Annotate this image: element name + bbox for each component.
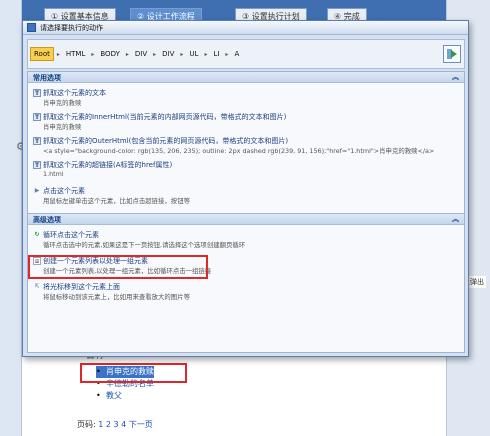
action-title: 抓取这个元素的OuterHtml(包含当前元素的网页源代码，带格式的文本和图片) bbox=[43, 137, 289, 145]
text-icon: T bbox=[33, 137, 41, 145]
action-title: 循环点击这个元素 bbox=[43, 231, 99, 239]
pager-label: 页码: bbox=[77, 420, 96, 429]
action-title: 将光标移到这个元素上面 bbox=[43, 283, 120, 291]
action-desc: 用鼠标左键单击这个元素，比如点击超链接，按钮等 bbox=[43, 197, 190, 205]
pager: 页码: 1 2 3 4 下一页 bbox=[77, 419, 153, 430]
action-dialog: 请选择要执行的动作 Root ▸ HTML ▸ BODY ▸ DIV ▸ DIV… bbox=[22, 20, 469, 357]
action-desc: 肖申克的救赎 bbox=[43, 99, 82, 107]
crumb-div[interactable]: DIV bbox=[132, 50, 150, 58]
collapse-icon[interactable]: ︽ bbox=[452, 214, 459, 224]
action-desc: <a style="background-color: rgb(135, 206… bbox=[43, 147, 435, 155]
element-path-bar: Root ▸ HTML ▸ BODY ▸ DIV ▸ DIV ▸ UL ▸ LI… bbox=[27, 39, 465, 69]
go-button[interactable] bbox=[443, 45, 461, 63]
dialog-title: 请选择要执行的动作 bbox=[40, 23, 103, 32]
crumb-html[interactable]: HTML bbox=[63, 50, 88, 58]
action-desc: 将鼠标移动到该元素上，比如用来查看放大的图片等 bbox=[43, 293, 190, 301]
dialog-titlebar[interactable]: 请选择要执行的动作 bbox=[23, 21, 468, 35]
common-options-group: 常用选项 ︽ T 抓取这个元素的文本 肖申克的救赎 T 抓取这个元素的Inner… bbox=[27, 71, 465, 216]
chevron-right-icon: ▸ bbox=[180, 50, 184, 58]
group-header[interactable]: 常用选项 ︽ bbox=[28, 72, 464, 83]
crumb-root[interactable]: Root bbox=[30, 47, 54, 61]
chevron-right-icon: ▸ bbox=[204, 50, 208, 58]
chevron-right-icon: ▸ bbox=[91, 50, 95, 58]
mouse-icon: ⇱ bbox=[34, 283, 40, 290]
crumb-li[interactable]: LI bbox=[210, 50, 222, 58]
action-desc: 1.html bbox=[43, 170, 64, 178]
crumb-div[interactable]: DIV bbox=[159, 50, 177, 58]
left-panel bbox=[0, 0, 22, 436]
action-title: 抓取这个元素的InnerHtml(当前元素的内部网页源代码，带格式的文本和图片) bbox=[43, 113, 287, 121]
action-title: 点击这个元素 bbox=[43, 187, 85, 195]
highlight-box-create-list bbox=[28, 255, 208, 279]
group-title: 高级选项 bbox=[33, 216, 61, 224]
action-title: 抓取这个元素的文本 bbox=[43, 89, 106, 97]
app-icon bbox=[27, 23, 36, 32]
chevron-right-icon: ▸ bbox=[125, 50, 129, 58]
action-title: 抓取这个元素的超链接(A标签的href属性) bbox=[43, 161, 173, 169]
chevron-right-icon: ▸ bbox=[225, 50, 229, 58]
loop-icon: ↻ bbox=[34, 231, 40, 238]
pager-links[interactable]: 1 2 3 4 下一页 bbox=[98, 420, 153, 429]
collapse-icon[interactable]: ︽ bbox=[452, 72, 459, 82]
advanced-options-group: 高级选项 ︽ ↻ 循环点击这个元素 循环点击选中的元素,如果这是下一页按钮,请选… bbox=[27, 213, 465, 353]
crumb-ul[interactable]: UL bbox=[186, 50, 201, 58]
chevron-right-icon: ▸ bbox=[56, 50, 60, 58]
highlight-box-selected-link bbox=[80, 363, 187, 383]
text-icon: T bbox=[33, 89, 41, 97]
crumb-a[interactable]: A bbox=[231, 50, 242, 58]
cursor-icon: ▶ bbox=[34, 187, 40, 194]
group-title: 常用选项 bbox=[33, 74, 61, 82]
text-icon: T bbox=[33, 161, 41, 169]
action-desc: 肖申克的救赎 bbox=[43, 123, 82, 131]
crumb-body[interactable]: BODY bbox=[97, 50, 122, 58]
chevron-right-icon: ▸ bbox=[153, 50, 157, 58]
text-icon: T bbox=[33, 113, 41, 121]
group-header[interactable]: 高级选项 ︽ bbox=[28, 214, 464, 225]
action-desc: 循环点击选中的元素,如果这是下一页按钮,请选择这个选项创建翻页循环 bbox=[43, 241, 246, 249]
arrow-right-icon bbox=[447, 49, 457, 59]
list-item[interactable]: 教父 bbox=[96, 390, 154, 402]
